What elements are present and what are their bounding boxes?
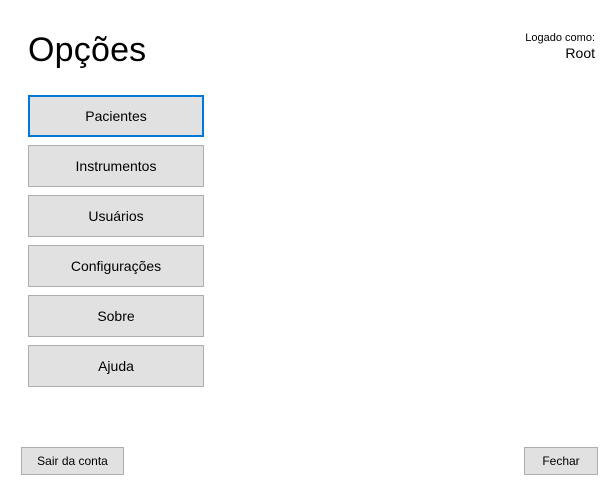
logout-button[interactable]: Sair da conta [21,447,124,475]
sobre-button[interactable]: Sobre [28,295,204,337]
logged-in-username: Root [565,45,595,61]
ajuda-button[interactable]: Ajuda [28,345,204,387]
options-window: Opções Logado como: Root Pacientes Instr… [0,0,601,481]
instrumentos-button[interactable]: Instrumentos [28,145,204,187]
page-title: Opções [28,31,147,69]
pacientes-button[interactable]: Pacientes [28,95,204,137]
logged-in-caption: Logado como: [525,32,595,44]
close-button[interactable]: Fechar [524,447,598,475]
options-menu: Pacientes Instrumentos Usuários Configur… [28,95,204,395]
logged-in-info: Logado como: Root [525,32,595,62]
usuarios-button[interactable]: Usuários [28,195,204,237]
configuracoes-button[interactable]: Configurações [28,245,204,287]
